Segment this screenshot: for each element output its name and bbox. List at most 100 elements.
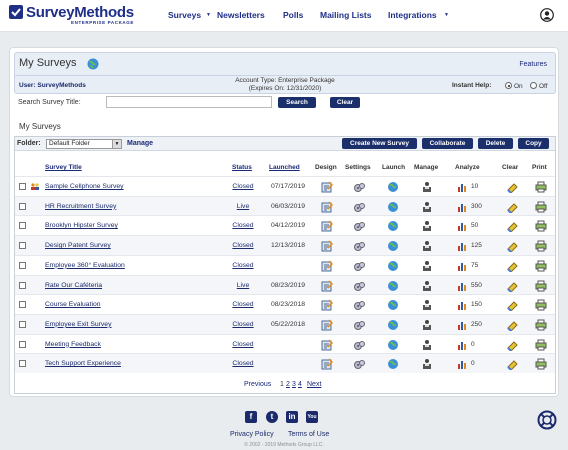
design-icon[interactable] <box>321 181 333 193</box>
features-link[interactable]: Features <box>519 61 547 68</box>
survey-status-link[interactable]: Closed <box>225 262 261 269</box>
instant-help-off-radio[interactable] <box>530 82 537 89</box>
clear-icon[interactable] <box>506 181 518 193</box>
survey-title-link[interactable]: Meeting Feedback <box>45 341 101 348</box>
design-icon[interactable] <box>321 240 333 252</box>
launch-icon[interactable] <box>387 339 399 351</box>
settings-icon[interactable] <box>353 240 365 252</box>
copy-button[interactable]: Copy <box>518 138 549 149</box>
column-header-survey-title[interactable]: Survey Title <box>45 164 82 171</box>
survey-title-link[interactable]: Course Evaluation <box>45 301 101 308</box>
settings-icon[interactable] <box>353 280 365 292</box>
pager-next[interactable]: Next <box>307 381 321 388</box>
survey-title-link[interactable]: HR Recruitment Survey <box>45 203 116 210</box>
row-checkbox[interactable] <box>19 360 26 368</box>
folder-select[interactable]: Default Folder ▼ <box>46 139 122 149</box>
manage-icon[interactable] <box>421 260 433 272</box>
design-icon[interactable] <box>321 299 333 311</box>
pager-page-2[interactable]: 2 <box>286 381 290 388</box>
analyze-icon[interactable] <box>457 358 469 370</box>
survey-title-link[interactable]: Employee 360° Evaluation <box>45 262 125 269</box>
manage-folder-link[interactable]: Manage <box>127 140 153 147</box>
clear-icon[interactable] <box>506 240 518 253</box>
design-icon[interactable] <box>321 220 333 232</box>
privacy-policy-link[interactable]: Privacy Policy <box>230 431 274 438</box>
chevron-down-icon[interactable]: ▼ <box>206 12 211 18</box>
manage-icon[interactable] <box>421 201 433 213</box>
chevron-down-icon[interactable]: ▼ <box>444 12 449 18</box>
terms-of-use-link[interactable]: Terms of Use <box>288 431 329 438</box>
survey-title-link[interactable]: Tech Support Experience <box>45 360 121 367</box>
settings-icon[interactable] <box>353 339 365 351</box>
search-survey-input[interactable] <box>106 96 272 108</box>
settings-icon[interactable] <box>353 201 365 213</box>
youtube-icon[interactable]: You <box>306 411 318 423</box>
launch-icon[interactable] <box>387 260 399 272</box>
analyze-icon[interactable] <box>457 280 469 292</box>
survey-status-link[interactable]: Closed <box>225 242 261 249</box>
launch-icon[interactable] <box>387 220 399 232</box>
survey-status-link[interactable]: Live <box>225 203 261 210</box>
design-icon[interactable] <box>321 279 333 292</box>
clear-search-button[interactable]: Clear <box>330 97 360 108</box>
print-icon[interactable] <box>535 339 547 351</box>
nav-surveys[interactable]: Surveys <box>168 10 201 20</box>
survey-title-link[interactable]: Employee Exit Survey <box>45 321 112 328</box>
row-checkbox[interactable] <box>19 242 26 250</box>
settings-icon[interactable] <box>353 220 365 232</box>
row-checkbox[interactable] <box>19 301 26 309</box>
globe-icon[interactable] <box>87 58 99 70</box>
clear-icon[interactable] <box>506 299 518 312</box>
survey-title-link[interactable]: Sample Cellphone Survey <box>45 183 124 190</box>
manage-icon[interactable] <box>421 319 433 331</box>
analyze-icon[interactable] <box>457 260 469 272</box>
launch-icon[interactable] <box>387 358 399 370</box>
survey-status-link[interactable]: Live <box>225 282 261 289</box>
settings-icon[interactable] <box>353 358 365 370</box>
survey-status-link[interactable]: Closed <box>225 360 261 367</box>
analyze-icon[interactable] <box>457 319 469 331</box>
clear-icon[interactable] <box>506 358 518 371</box>
launch-icon[interactable] <box>387 201 399 213</box>
help-lifebuoy-icon[interactable] <box>537 410 557 430</box>
clear-icon[interactable] <box>506 220 518 233</box>
print-icon[interactable] <box>535 280 547 292</box>
launch-icon[interactable] <box>387 240 399 252</box>
clear-icon[interactable] <box>506 280 518 292</box>
linkedin-icon[interactable]: in <box>286 411 298 423</box>
survey-title-link[interactable]: Design Patent Survey <box>45 242 111 249</box>
search-button[interactable]: Search <box>278 97 316 108</box>
survey-title-link[interactable]: Rate Our Caféteria <box>45 282 102 289</box>
delete-button[interactable]: Delete <box>478 138 513 149</box>
manage-icon[interactable] <box>421 240 433 252</box>
print-icon[interactable] <box>535 240 547 252</box>
survey-status-link[interactable]: Closed <box>225 183 261 190</box>
analyze-icon[interactable] <box>457 181 469 193</box>
design-icon[interactable] <box>321 201 333 213</box>
settings-icon[interactable] <box>353 260 365 272</box>
survey-status-link[interactable]: Closed <box>225 341 261 348</box>
chevron-down-icon[interactable]: ▼ <box>112 140 121 148</box>
launch-icon[interactable] <box>387 280 399 292</box>
survey-status-link[interactable]: Closed <box>225 301 261 308</box>
facebook-icon[interactable]: f <box>245 411 257 423</box>
row-checkbox[interactable] <box>19 222 26 230</box>
launch-icon[interactable] <box>387 319 399 331</box>
print-icon[interactable] <box>535 319 547 331</box>
collaborate-button[interactable]: Collaborate <box>422 138 473 149</box>
instant-help-on-radio[interactable] <box>505 82 512 89</box>
pager-page-4[interactable]: 4 <box>298 381 302 388</box>
twitter-icon[interactable]: t <box>266 411 278 423</box>
analyze-icon[interactable] <box>457 339 469 351</box>
clear-icon[interactable] <box>506 319 518 331</box>
surveymethods-logo-icon[interactable] <box>9 5 23 19</box>
print-icon[interactable] <box>535 358 547 370</box>
survey-status-link[interactable]: Closed <box>225 222 261 229</box>
settings-icon[interactable] <box>353 299 365 311</box>
clear-icon[interactable] <box>506 260 518 272</box>
pager-page-3[interactable]: 3 <box>292 381 296 388</box>
row-checkbox[interactable] <box>19 340 26 348</box>
nav-mailing-lists[interactable]: Mailing Lists <box>320 10 371 20</box>
design-icon[interactable] <box>321 339 333 351</box>
manage-icon[interactable] <box>421 339 433 351</box>
